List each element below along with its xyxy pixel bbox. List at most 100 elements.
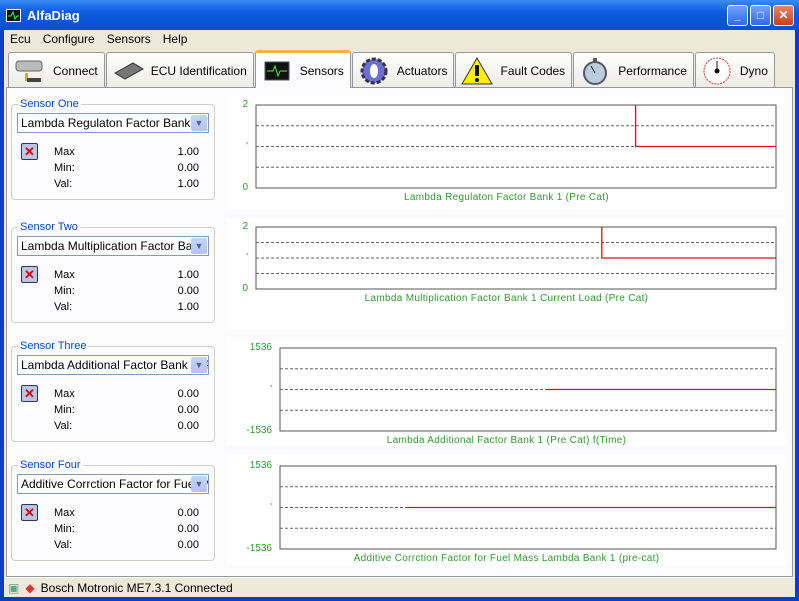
sensor-chart: 1536 ' -1536 Additive Corrction Factor for … [227,455,786,565]
sensor-select-value: Lambda Multiplication Factor Bank 1 Curr… [21,239,208,253]
minimize-button[interactable]: _ [727,5,748,26]
sensor-min-label: Min: [54,285,75,297]
remove-sensor-button[interactable]: ✕ [21,266,38,283]
sensor-min-row: Min: 0.00 [54,404,199,416]
tab-label: Sensors [299,63,344,78]
tab-bar: Connect ECU Identification Sensors Actua… [8,50,776,88]
chevron-down-icon[interactable]: ▼ [191,115,207,131]
menu-help[interactable]: Help [157,32,194,46]
y-tick-label: 1536 [249,342,272,353]
sensor-max-row: Max 0.00 [54,507,199,519]
y-tick-label: ' [270,501,272,513]
sensor-select-value: Lambda Additional Factor Bank 1 (Pre Cat… [21,358,208,372]
menu-ecu[interactable]: Ecu [4,32,37,46]
chevron-down-icon[interactable]: ▼ [191,357,207,373]
tab-label: Connect [53,63,98,78]
sensor-val-value: 0.00 [177,420,199,432]
sensor-select[interactable]: Lambda Multiplication Factor Bank 1 Curr… [17,236,209,256]
connect-icon [13,56,47,86]
sensor-max-label: Max [54,507,75,519]
tab-fault-codes[interactable]: Fault Codes [455,52,573,88]
sensor-max-value: 1.00 [177,269,199,281]
sensor-max-label: Max [54,146,75,158]
sensor-min-label: Min: [54,523,75,535]
menu-bar: Ecu Configure Sensors Help [4,30,795,48]
sensor-min-label: Min: [54,162,75,174]
tab-label: Performance [618,63,687,78]
sensor-min-row: Min: 0.00 [54,162,199,174]
computer-icon: ▣ [8,580,20,595]
chevron-down-icon[interactable]: ▼ [191,238,207,254]
menu-sensors[interactable]: Sensors [101,32,157,46]
sensor-val-label: Val: [54,301,73,313]
sensor-max-row: Max 1.00 [54,269,199,281]
tab-label: ECU Identification [150,63,247,78]
sensor-chart: 1536 ' -1536 Lambda Additional Factor Bank … [227,337,786,446]
tab-dyno[interactable]: Dyno [694,52,775,88]
chip-icon [111,56,145,86]
tab-label: Actuators [396,63,448,78]
window-title: AlfaDiag [27,7,80,23]
chart-title: Lambda Multiplication Factor Bank 1 Curr… [364,293,649,304]
sensor-group-label: Sensor One [18,98,81,110]
sensor-group-label: Sensor Four [18,459,83,471]
tab-connect[interactable]: Connect [8,52,105,88]
sensor-min-value: 0.00 [177,162,199,174]
y-tick-label: ' [246,252,248,263]
sensor-group: Sensor Four Additive Corrction Factor fo… [11,459,215,561]
sensor-min-row: Min: 0.00 [54,285,199,297]
status-bar: ▣ ◆ Bosch Motronic ME7.3.1 Connected [4,577,795,597]
y-tick-label: ' [270,383,272,395]
remove-sensor-button[interactable]: ✕ [21,385,38,402]
gauge-icon [700,56,734,86]
sensor-select[interactable]: Additive Corrction Factor for Fuel Mass … [17,474,209,494]
sensor-val-value: 1.00 [177,301,199,313]
maximize-button[interactable]: □ [750,5,771,26]
menu-configure[interactable]: Configure [37,32,101,46]
chart-title: Additive Corrction Factor for Fuel Mass … [353,553,660,564]
sensor-max-row: Max 1.00 [54,146,199,158]
sensor-group-label: Sensor Three [18,340,89,352]
sensor-min-value: 0.00 [177,523,199,535]
sensor-max-row: Max 0.00 [54,388,199,400]
sensor-min-value: 0.00 [177,285,199,297]
sensor-max-label: Max [54,388,75,400]
sensor-select[interactable]: Lambda Regulaton Factor Bank 1 (Pre Cat)… [17,113,209,133]
sensor-val-label: Val: [54,539,73,551]
sensors-panel: Sensor One Lambda Regulaton Factor Bank … [6,87,793,577]
sensor-max-value: 0.00 [177,388,199,400]
sensor-val-value: 1.00 [177,178,199,190]
sensor-min-label: Min: [54,404,75,416]
sensor-min-row: Min: 0.00 [54,523,199,535]
chart-title: Lambda Additional Factor Bank 1 (Pre Cat… [386,435,627,446]
gear-icon [357,56,391,86]
title-bar: AlfaDiag _ □ ✕ [0,0,799,30]
tab-sensors[interactable]: Sensors [254,50,351,88]
y-tick-label: 1536 [249,460,272,471]
tab-ecu-identification[interactable]: ECU Identification [105,52,254,88]
sensor-select[interactable]: Lambda Additional Factor Bank 1 (Pre Cat… [17,355,209,375]
remove-sensor-button[interactable]: ✕ [21,504,38,521]
remove-sensor-button[interactable]: ✕ [21,143,38,160]
sensor-group-label: Sensor Two [18,221,80,233]
tab-label: Fault Codes [500,63,566,78]
sensor-max-value: 0.00 [177,507,199,519]
chart-title: Lambda Regulaton Factor Bank 1 (Pre Cat) [404,192,609,203]
sensor-select-value: Lambda Regulaton Factor Bank 1 (Pre Cat) [21,116,208,130]
y-tick-label: ' [246,140,248,152]
close-button[interactable]: ✕ [773,5,794,26]
oscilloscope-icon [260,56,294,86]
chevron-down-icon[interactable]: ▼ [191,476,207,492]
main-window: Ecu Configure Sensors Help Connect ECU I… [4,30,795,597]
sensor-group: Sensor One Lambda Regulaton Factor Bank … [11,98,215,200]
tab-performance[interactable]: Performance [573,52,694,88]
sensor-val-label: Val: [54,420,73,432]
sensor-val-row: Val: 1.00 [54,301,199,313]
app-icon [6,8,21,22]
tab-actuators[interactable]: Actuators [351,52,455,88]
tab-label: Dyno [739,63,768,78]
y-tick-label: 2 [242,221,248,232]
sensor-val-row: Val: 1.00 [54,178,199,190]
sensor-max-label: Max [54,269,75,281]
warning-icon [460,56,494,86]
